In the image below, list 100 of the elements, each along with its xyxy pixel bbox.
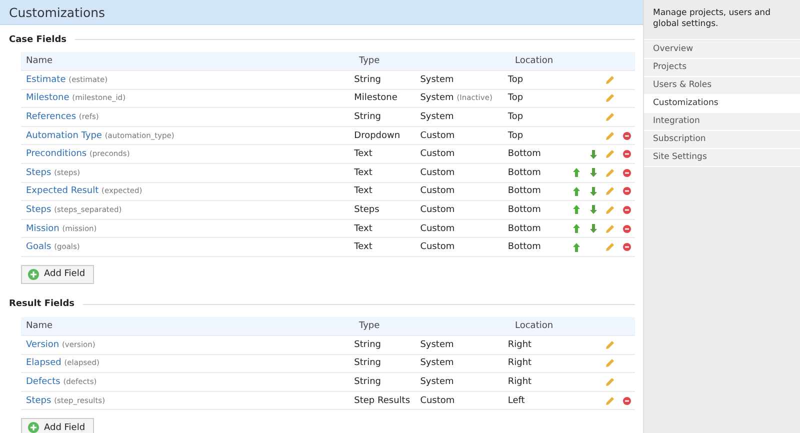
edit-icon[interactable] [606,76,614,84]
field-link[interactable]: Steps [26,396,52,406]
sidebar-item[interactable]: Users & Roles [644,77,800,95]
table-cell: System [420,340,454,350]
delete-icon[interactable] [622,206,631,214]
field-link[interactable]: Mission [26,224,60,234]
edit-icon[interactable] [606,206,614,214]
field-link[interactable]: Automation Type [26,130,102,141]
table-cell-text: Left [508,396,526,406]
table-cell-text: Bottom [508,242,542,252]
move-up-icon[interactable] [572,186,580,196]
delete-icon[interactable] [622,168,631,177]
table-cell-text: Bottom [508,224,542,234]
table-cell: System [420,358,454,368]
table-cell: System [420,74,454,85]
move-up-icon[interactable] [572,242,580,252]
field-link[interactable]: Defects [26,376,60,387]
table-cell: System [420,93,454,104]
plus-icon [28,422,39,433]
edit-icon[interactable] [606,112,614,121]
table-cell-text: Text [354,242,374,252]
move-up-icon[interactable] [572,224,580,234]
column-header: Location [515,320,554,331]
table-cell: Custom [420,224,455,234]
move-down-icon[interactable] [590,168,597,178]
table-cell-text: Right [508,358,533,368]
table-cell-text: Bottom [508,168,542,178]
edit-icon[interactable] [606,224,614,233]
table-cell-text: Text [354,149,374,160]
edit-icon[interactable] [606,396,614,405]
table-cell-text: Bottom [508,149,542,160]
move-down-icon[interactable] [590,186,597,196]
edit-icon[interactable] [606,359,614,368]
table-cell-text: String [354,112,382,122]
delete-icon[interactable] [622,187,631,196]
table-cell-text: Right [508,376,533,387]
edit-icon[interactable] [606,243,614,252]
table-cell-text: String [354,358,382,368]
table-cell-text: Top [508,130,524,141]
field-link[interactable]: Version [26,340,60,350]
delete-icon[interactable] [622,224,631,233]
edit-icon[interactable] [606,378,614,386]
sidebar-item[interactable]: Integration [644,113,800,131]
table-cell-text: Top [508,112,524,122]
move-down-icon[interactable] [590,224,597,234]
sidebar-item[interactable]: Projects [644,59,800,77]
table-cell-text: Bottom [508,204,542,215]
edit-icon[interactable] [606,132,614,140]
delete-icon[interactable] [622,243,631,252]
sidebar-item[interactable]: Site Settings [644,149,800,167]
column-header: Type [359,320,381,331]
sidebar-description: Manage projects, users and global settings. [644,0,800,40]
move-up-icon[interactable] [572,205,580,214]
table-cell-text: Dropdown [354,130,402,141]
table-cell-text: String [354,340,382,350]
table-cell-text: Bottom [508,186,542,196]
edit-icon[interactable] [606,168,614,177]
field-link[interactable]: Goals [26,242,52,252]
add-field-button[interactable]: Add Field [21,264,94,284]
delete-icon[interactable] [622,132,631,140]
move-down-icon[interactable] [590,205,597,214]
delete-icon[interactable] [622,396,631,405]
field-link[interactable]: Steps [26,204,52,215]
table-cell-text: String [354,74,382,85]
edit-icon[interactable] [606,94,614,102]
delete-icon[interactable] [622,150,631,158]
table-cell: Custom [420,168,455,178]
section-title: Case Fields [9,34,66,44]
edit-icon[interactable] [606,187,614,196]
field-link[interactable]: Estimate [26,74,66,85]
table-cell-text: Text [354,168,374,178]
edit-icon[interactable] [606,150,614,158]
column-header: Name [25,56,54,66]
table-cell: Custom [420,149,455,160]
table-cell: Custom [420,130,455,141]
sidebar-item[interactable]: Overview [644,41,800,59]
table-cell-text: String [354,376,382,387]
table-cell-text: Top [508,74,524,85]
edit-icon[interactable] [606,340,614,349]
table-cell: Custom [420,204,455,215]
sidebar-item[interactable]: Customizations [644,95,800,113]
table-cell-text: Milestone [354,93,398,104]
field-link[interactable]: Steps [26,168,52,178]
field-link[interactable]: Expected Result [26,186,99,196]
table-cell: Custom [420,186,455,196]
table-cell: Custom [420,242,455,252]
column-header: Type [359,56,381,66]
field-link[interactable]: References [26,112,76,122]
sidebar-item[interactable]: Subscription [644,131,800,149]
field-link[interactable]: Milestone [26,93,70,104]
field-link[interactable]: Preconditions [26,149,87,160]
page-title: Customizations [9,4,106,20]
field-link[interactable]: Elapsed [26,358,62,368]
add-field-button[interactable]: Add Field [21,418,94,433]
table-cell-text: Right [508,340,533,350]
move-down-icon[interactable] [590,150,597,159]
table-cell-text: Top [508,93,524,104]
table-cell-text: Text [354,186,374,196]
move-up-icon[interactable] [572,168,580,178]
table-cell: System [420,376,454,387]
